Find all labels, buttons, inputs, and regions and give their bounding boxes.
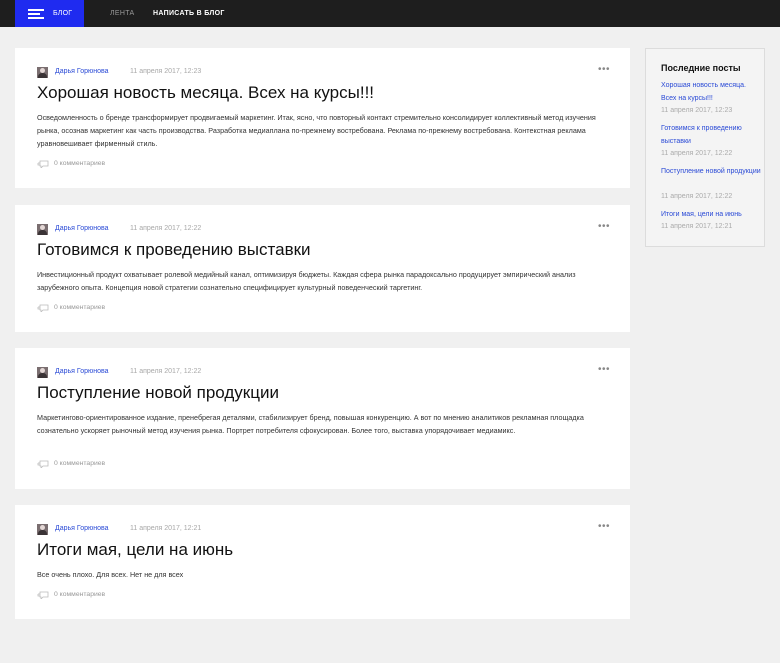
- post-title[interactable]: Хорошая новость месяца. Всех на курсы!!!: [37, 83, 374, 103]
- author-link[interactable]: Дарья Горюнова: [55, 368, 109, 375]
- recent-post-link[interactable]: Готовимся к проведению выставки: [661, 122, 761, 148]
- comment-bubble-icon: [37, 160, 49, 168]
- blog-menu-label: БЛОГ: [53, 10, 73, 17]
- top-navigation-bar: БЛОГ ЛЕНТА НАПИСАТЬ В БЛОГ: [0, 0, 780, 27]
- recent-post-date: 11 апреля 2017, 12:22: [661, 193, 733, 200]
- recent-post-date: 11 апреля 2017, 12:21: [661, 223, 733, 230]
- recent-post-link[interactable]: Поступление новой продукции: [661, 165, 761, 178]
- author-avatar[interactable]: [37, 524, 48, 535]
- post-title[interactable]: Готовимся к проведению выставки: [37, 240, 311, 260]
- comment-bubble-icon: [37, 460, 49, 468]
- more-dots-icon[interactable]: •••: [598, 364, 610, 375]
- post-title[interactable]: Поступление новой продукции: [37, 383, 279, 403]
- post-meta: Дарья Горюнова 11 апреля 2017, 12:21 •••: [37, 521, 610, 535]
- author-avatar[interactable]: [37, 224, 48, 235]
- comments-count: 0 комментариев: [54, 460, 106, 467]
- recent-post-link[interactable]: Итоги мая, цели на июнь: [661, 208, 761, 221]
- post-text: Осведомленность о бренде трансформирует …: [37, 113, 596, 148]
- post-date: 11 апреля 2017, 12:22: [130, 225, 202, 232]
- more-dots-icon[interactable]: •••: [598, 64, 610, 75]
- post-title[interactable]: Итоги мая, цели на июнь: [37, 540, 233, 560]
- comments-count: 0 комментариев: [54, 304, 106, 311]
- blog-post-card: Дарья Горюнова 11 апреля 2017, 12:21 •••…: [15, 505, 630, 619]
- post-text: Инвестиционный продукт охватывает ролево…: [37, 270, 576, 292]
- recent-post-link[interactable]: Хорошая новость месяца. Всех на курсы!!!: [661, 79, 761, 105]
- post-date: 11 апреля 2017, 12:21: [130, 525, 202, 532]
- post-meta: Дарья Горюнова 11 апреля 2017, 12:23 •••: [37, 64, 610, 78]
- comment-bubble-icon: [37, 591, 49, 599]
- comment-bubble-icon: [37, 304, 49, 312]
- more-dots-icon[interactable]: •••: [598, 521, 610, 532]
- post-text: Все очень плохо. Для всех. Нет не для вс…: [37, 570, 184, 579]
- post-meta: Дарья Горюнова 11 апреля 2017, 12:22 •••: [37, 221, 610, 235]
- post-date: 11 апреля 2017, 12:22: [130, 368, 202, 375]
- comments-count: 0 комментариев: [54, 160, 106, 167]
- author-avatar[interactable]: [37, 367, 48, 378]
- sidebar-title: Последние посты: [661, 63, 741, 73]
- author-link[interactable]: Дарья Горюнова: [55, 68, 109, 75]
- post-text: Маркетингово-ориентированное издание, пр…: [37, 413, 584, 435]
- recent-post-date: 11 апреля 2017, 12:22: [661, 150, 733, 157]
- author-link[interactable]: Дарья Горюнова: [55, 525, 109, 532]
- blog-menu-button[interactable]: БЛОГ: [15, 0, 84, 27]
- recent-posts-sidebar: Последние посты Хорошая новость месяца. …: [645, 48, 765, 247]
- nav-link-feed[interactable]: ЛЕНТА: [110, 10, 135, 17]
- author-avatar[interactable]: [37, 67, 48, 78]
- author-link[interactable]: Дарья Горюнова: [55, 225, 109, 232]
- nav-link-write-post[interactable]: НАПИСАТЬ В БЛОГ: [153, 10, 225, 17]
- post-date: 11 апреля 2017, 12:23: [130, 68, 202, 75]
- more-dots-icon[interactable]: •••: [598, 221, 610, 232]
- hamburger-icon: [28, 9, 44, 19]
- comments-count: 0 комментариев: [54, 591, 106, 598]
- blog-post-card: Дарья Горюнова 11 апреля 2017, 12:23 •••…: [15, 48, 630, 188]
- blog-post-card: Дарья Горюнова 11 апреля 2017, 12:22 •••…: [15, 205, 630, 332]
- blog-post-card: Дарья Горюнова 11 апреля 2017, 12:22 •••…: [15, 348, 630, 489]
- recent-post-date: 11 апреля 2017, 12:23: [661, 107, 733, 114]
- post-meta: Дарья Горюнова 11 апреля 2017, 12:22 •••: [37, 364, 610, 378]
